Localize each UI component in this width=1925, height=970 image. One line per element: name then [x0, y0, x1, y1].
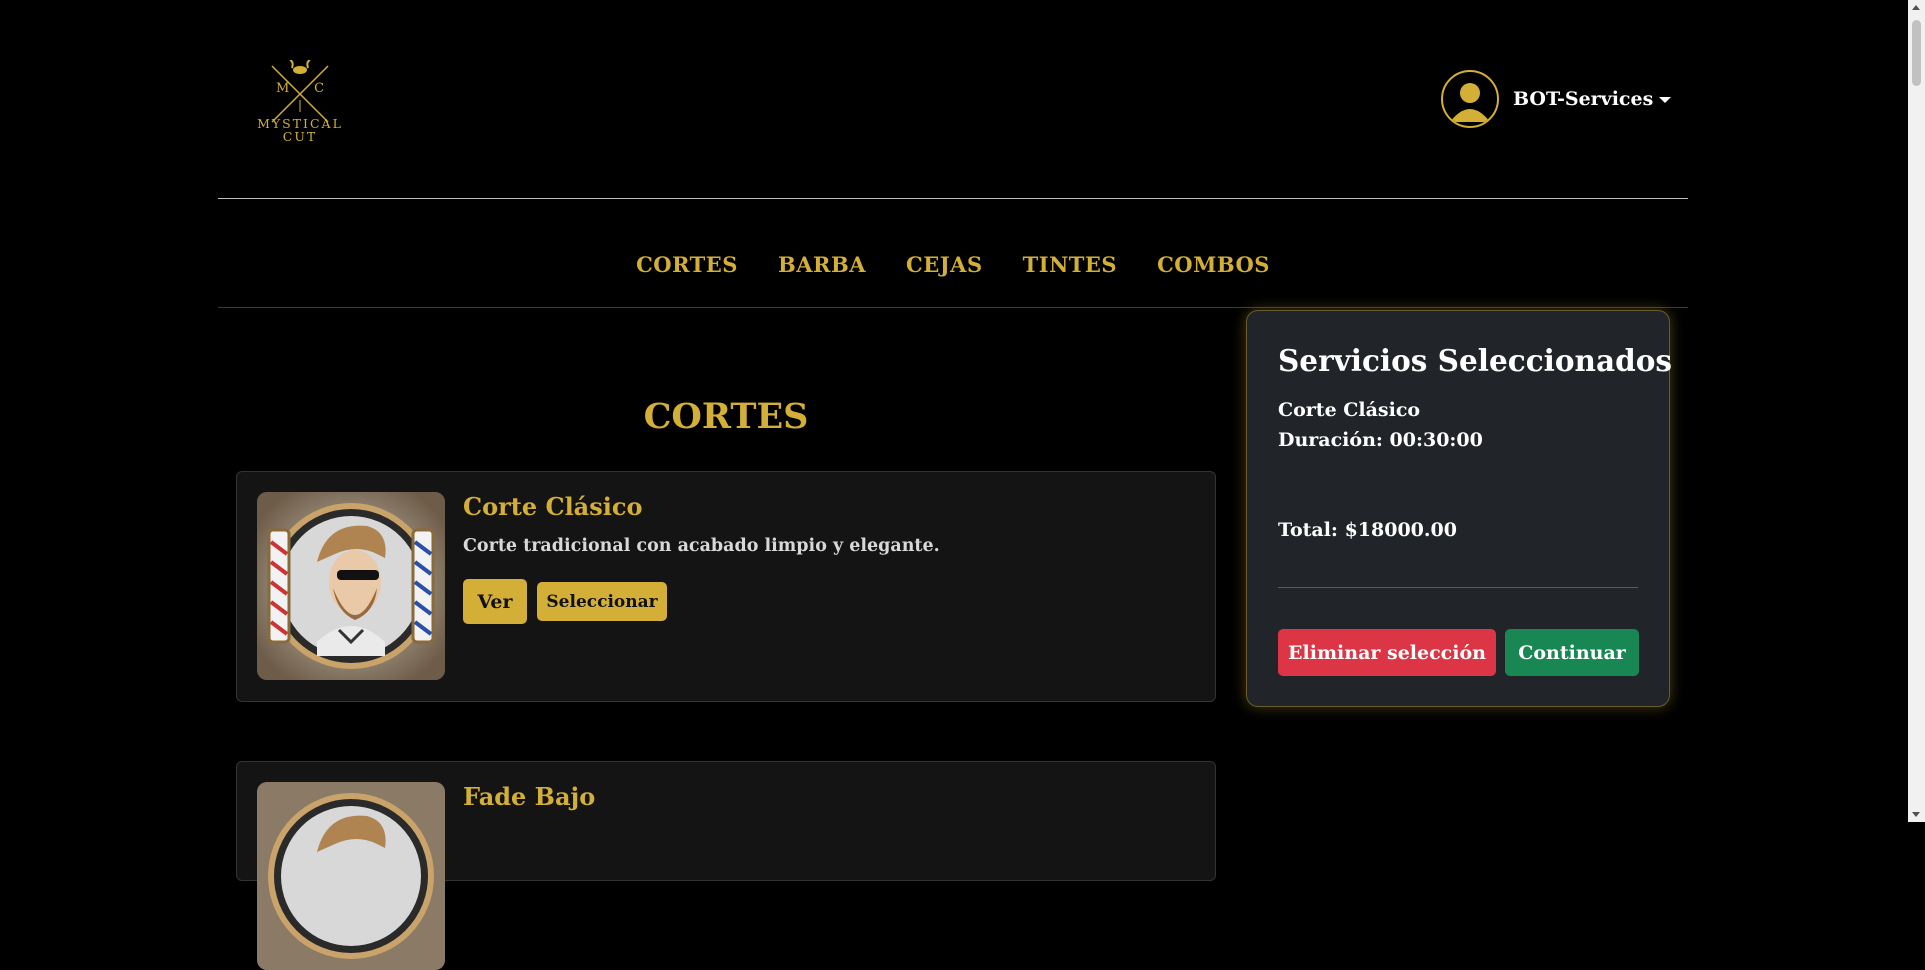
- nav-divider: [218, 307, 1688, 308]
- service-description: Corte tradicional con acabado limpio y e…: [463, 536, 940, 556]
- panel-divider: [1278, 587, 1638, 588]
- select-button[interactable]: Seleccionar: [537, 582, 667, 621]
- service-card: Fade Bajo: [236, 761, 1216, 970]
- service-card: Corte Clásico Corte tradicional con acab…: [236, 471, 1216, 702]
- username-text: BOT-Services: [1513, 88, 1654, 110]
- panel-title: Servicios Seleccionados: [1278, 343, 1673, 378]
- logo-initials: M C: [275, 81, 325, 96]
- selected-service-duration: Duración: 00:30:00: [1278, 429, 1483, 451]
- service-name: Fade Bajo: [463, 782, 596, 811]
- nav-item-barba[interactable]: BARBA: [778, 252, 866, 277]
- service-image: [257, 782, 445, 970]
- brand-logo[interactable]: M C MYSTICAL CUT: [244, 60, 356, 150]
- selected-service-name: Corte Clásico: [1278, 399, 1421, 421]
- logo-line2: CUT: [282, 129, 318, 144]
- clear-selection-button[interactable]: Eliminar selección: [1278, 629, 1496, 676]
- caret-down-icon: [1659, 97, 1672, 103]
- scroll-thumb[interactable]: [1912, 20, 1921, 86]
- header-divider: [218, 198, 1688, 199]
- service-image: [257, 492, 445, 680]
- selected-total: Total: $18000.00: [1278, 519, 1457, 541]
- nav-item-cejas[interactable]: CEJAS: [906, 252, 983, 277]
- section-title: CORTES: [643, 396, 809, 437]
- scroll-down-icon[interactable]: [1912, 812, 1920, 817]
- user-menu-dropdown[interactable]: BOT-Services: [1441, 68, 1672, 130]
- service-name: Corte Clásico: [463, 492, 643, 521]
- nav-item-cortes[interactable]: CORTES: [636, 252, 738, 277]
- nav-item-tintes[interactable]: TINTES: [1023, 252, 1117, 277]
- category-nav: CORTES BARBA CEJAS TINTES COMBOS: [218, 252, 1688, 277]
- nav-item-combos[interactable]: COMBOS: [1157, 252, 1270, 277]
- scroll-up-icon[interactable]: [1912, 5, 1920, 10]
- page-scrollbar[interactable]: [1908, 0, 1925, 822]
- selected-services-panel: Servicios Seleccionados Corte Clásico Du…: [1246, 310, 1673, 707]
- continue-button[interactable]: Continuar: [1505, 629, 1639, 676]
- view-button[interactable]: Ver: [463, 579, 527, 624]
- username-label: BOT-Services: [1513, 88, 1672, 110]
- user-avatar-icon: [1441, 70, 1499, 128]
